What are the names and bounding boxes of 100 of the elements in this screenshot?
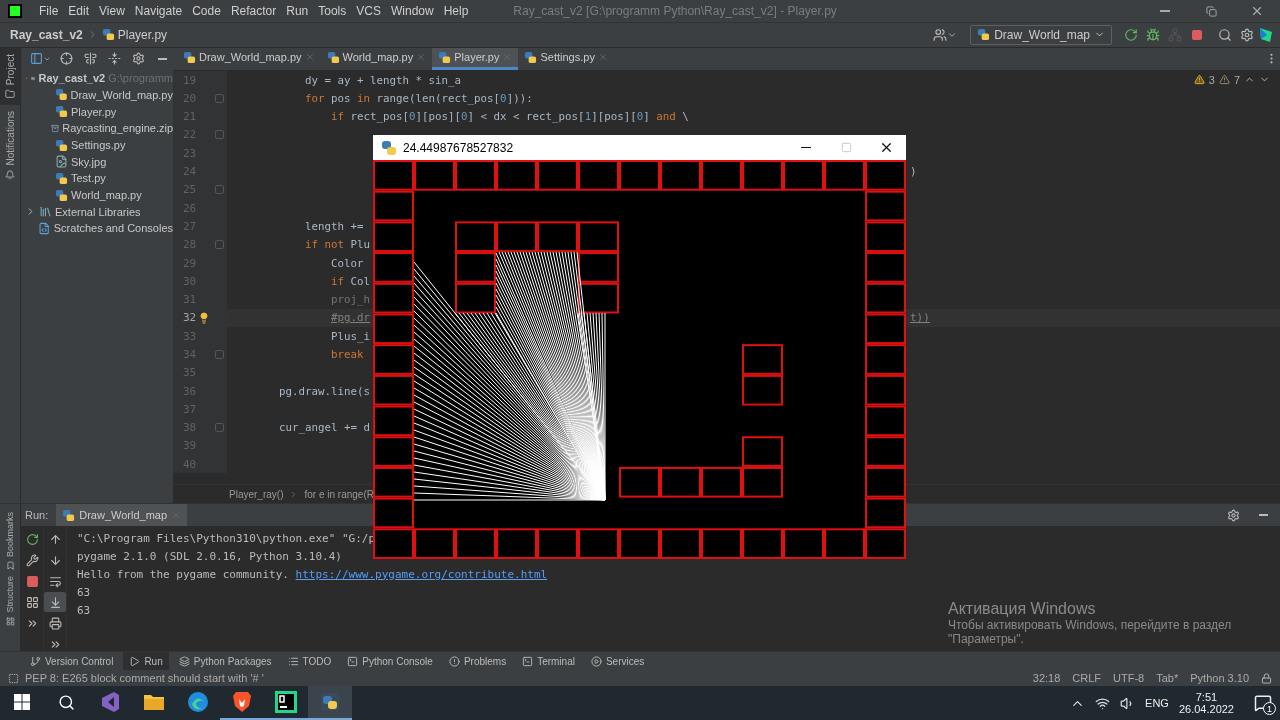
console-output: Hello from the pygame community. xyxy=(77,567,290,581)
users-icon xyxy=(933,27,948,42)
ide-logo-icon[interactable] xyxy=(1258,26,1274,43)
minus-icon xyxy=(1258,514,1268,516)
menu-item[interactable]: VCS xyxy=(351,4,386,18)
tree-item[interactable]: Ray_cast_v2 xyxy=(38,72,106,85)
clock-time[interactable]: 7:51 xyxy=(1195,691,1218,704)
side-tab[interactable]: Notifications xyxy=(0,105,20,186)
editor-tab[interactable]: Draw_World_map.py xyxy=(177,47,321,70)
windows-logo-icon xyxy=(14,694,30,711)
status-item[interactable]: 32:18 xyxy=(1032,672,1061,685)
tool-window-tab[interactable]: Python Packages xyxy=(172,652,278,671)
editor-tab[interactable]: Settings.py xyxy=(518,47,614,70)
python-file-icon xyxy=(977,28,991,42)
side-tab[interactable]: Bookmarks xyxy=(0,510,20,573)
python-file-icon xyxy=(55,105,68,119)
editor-tab[interactable]: World_map.py xyxy=(320,47,433,70)
status-item[interactable]: UTF-8 xyxy=(1113,672,1145,685)
tree-item[interactable]: Draw_World_map.py xyxy=(70,88,173,101)
snake-logo-icon xyxy=(381,139,397,156)
weak-warning-count[interactable]: 7 xyxy=(1233,73,1240,86)
python-file-icon xyxy=(326,50,340,64)
console-output: 63 xyxy=(77,585,91,599)
tool-window-tab[interactable]: Run xyxy=(123,652,169,671)
code-line: proj_h xyxy=(330,293,371,307)
panel-toggle-icon[interactable] xyxy=(8,672,19,684)
console-tab[interactable]: Draw_World_map xyxy=(56,504,188,527)
tool-window-tab[interactable]: Terminal xyxy=(516,652,581,671)
language-indicator[interactable]: ENG xyxy=(1145,697,1169,710)
tree-item[interactable]: Raycasting_engine.zip xyxy=(62,122,173,135)
menu-item[interactable]: Refactor xyxy=(225,4,282,18)
tool-window-tab[interactable]: Version Control xyxy=(24,652,120,671)
status-item[interactable]: Python 3.10 xyxy=(1190,672,1249,685)
taskbar-app-button[interactable] xyxy=(308,686,352,720)
message-icon xyxy=(1254,694,1272,713)
tree-item[interactable]: Scratches and Consoles xyxy=(53,222,173,235)
tree-item[interactable]: Player.py xyxy=(71,105,117,118)
breadcrumb[interactable]: Player_ray() xyxy=(229,488,284,500)
scratch-file-icon xyxy=(38,221,51,235)
menu-item[interactable]: File xyxy=(34,4,64,18)
line-number: 32 xyxy=(181,311,197,325)
menu-item[interactable]: Tools xyxy=(313,4,352,18)
tree-item[interactable]: World_map.py xyxy=(71,189,142,202)
python-file-icon xyxy=(55,188,68,202)
breadcrumb[interactable]: Ray_cast_v2 xyxy=(10,27,83,42)
maximize-icon xyxy=(840,142,852,153)
menu-item[interactable]: Navigate xyxy=(129,4,188,18)
menu-item[interactable]: View xyxy=(94,4,130,18)
minimize-icon xyxy=(1160,10,1170,12)
tool-window-tab[interactable]: Python Console xyxy=(341,652,439,671)
python-file-icon xyxy=(524,50,538,64)
console-output: pygame 2.1.0 (SDL 2.0.16, Python 3.10.4) xyxy=(77,549,342,563)
status-item[interactable]: Tab* xyxy=(1156,672,1179,685)
breadcrumb[interactable]: Player.py xyxy=(117,27,168,42)
lightbulb-icon[interactable] xyxy=(197,311,210,324)
play-icon xyxy=(129,655,141,667)
menu-item[interactable]: Edit xyxy=(63,4,95,18)
minimize-icon xyxy=(801,146,811,149)
warning-count[interactable]: 3 xyxy=(1208,73,1215,86)
code-line: Color xyxy=(330,256,364,270)
tree-item[interactable]: Settings.py xyxy=(71,139,126,151)
side-tab[interactable]: Structure xyxy=(0,574,20,628)
menu-item[interactable]: Help xyxy=(438,4,474,18)
menu-item[interactable]: Window xyxy=(385,4,439,18)
list-icon xyxy=(287,655,299,667)
tool-window-tab[interactable]: Services xyxy=(584,652,651,671)
fold-marker-icon[interactable] xyxy=(214,240,224,250)
fold-marker-icon[interactable] xyxy=(214,93,224,103)
fold-marker-icon[interactable] xyxy=(214,350,224,359)
play-circle-icon xyxy=(590,655,602,667)
notifications-button[interactable]: 1 xyxy=(1254,694,1272,713)
menu-item[interactable]: Run xyxy=(281,4,314,18)
run-config-dropdown[interactable]: Draw_World_map xyxy=(970,24,1112,45)
console-link[interactable]: https://www.pygame.org/contribute.html xyxy=(295,567,548,581)
activation-title: Активация Windows xyxy=(948,600,1097,618)
restore-icon xyxy=(1205,5,1217,17)
lock-icon[interactable] xyxy=(1261,672,1272,684)
swirl-icon xyxy=(187,691,209,714)
tool-window-tab[interactable]: Problems xyxy=(442,652,513,671)
wifi-icon[interactable] xyxy=(1095,695,1111,711)
scroll-to-end-button[interactable] xyxy=(44,592,66,613)
tree-item[interactable]: External Libraries xyxy=(55,205,141,218)
minus-icon xyxy=(157,58,167,60)
fold-marker-icon[interactable] xyxy=(214,185,224,195)
python-file-icon xyxy=(101,28,115,42)
fold-marker-icon[interactable] xyxy=(214,423,224,433)
tree-item[interactable]: Test.py xyxy=(71,172,106,185)
fold-marker-icon[interactable] xyxy=(214,130,224,140)
tree-item[interactable]: Sky.jpg xyxy=(71,155,107,168)
rerun-icon xyxy=(25,532,39,546)
side-tab[interactable]: Project xyxy=(0,47,20,106)
code-line: #pg.dr xyxy=(330,311,371,325)
status-item[interactable]: CRLF xyxy=(1072,672,1102,685)
tool-window-tab[interactable]: TODO xyxy=(281,652,338,671)
menu-item[interactable]: Code xyxy=(187,4,226,18)
search-icon xyxy=(1218,27,1232,42)
editor-tab[interactable]: Player.py xyxy=(432,47,519,70)
breadcrumb[interactable]: for e in range(R xyxy=(304,488,374,500)
run-label: Run: xyxy=(25,509,49,522)
clock-date[interactable]: 26.04.2022 xyxy=(1178,703,1234,716)
